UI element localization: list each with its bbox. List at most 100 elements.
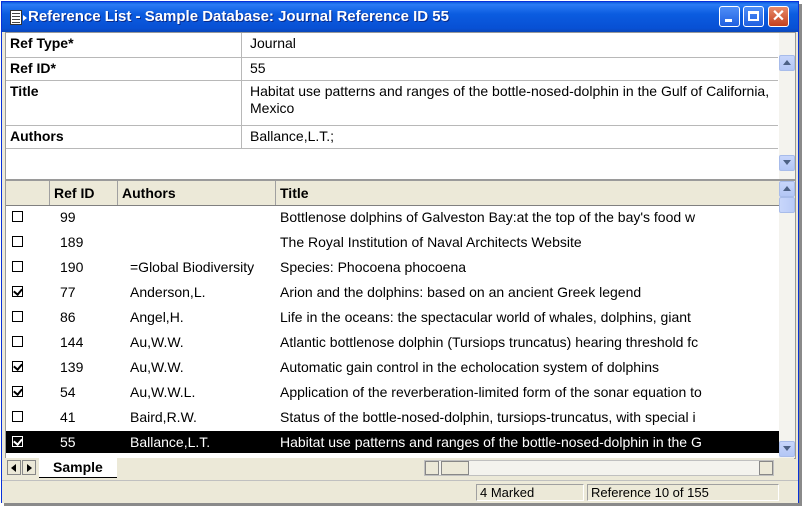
scroll-down-button[interactable] [779,155,795,171]
ref-id-cell: 144 [60,334,84,350]
table-row[interactable]: 77 Anderson,L. Arion and the dolphins: bas… [6,281,779,303]
sheet-tab-bar: Sample [5,458,794,478]
authors-cell: =Global Biodiversity [130,259,255,275]
field-label: Title [6,81,242,125]
marked-count: 4 Marked [476,484,584,501]
ref-id-value[interactable]: 55 [250,58,770,77]
field-ref-type: Ref Type* Journal [6,33,778,58]
minimize-icon [725,19,732,22]
chevron-left-icon [11,464,16,472]
title-cell: Automatic gain control in the echolocati… [280,359,659,375]
table-header: Ref ID Authors Title [6,181,779,206]
title-value[interactable]: Habitat use patterns and ranges of the b… [250,81,770,117]
mark-checkbox[interactable] [12,261,23,272]
close-button[interactable]: ✕ [768,6,789,27]
scroll-thumb[interactable] [441,461,469,475]
scroll-down-button[interactable] [779,441,795,457]
table-row[interactable]: 54 Au,W.W.L. Application of the reverberat… [6,381,779,403]
horizontal-scrollbar[interactable] [424,460,774,476]
ref-id-cell: 86 [60,309,76,325]
mark-checkbox[interactable] [12,286,23,297]
column-header-title[interactable]: Title [276,181,779,205]
mark-checkbox[interactable] [12,336,23,347]
authors-cell: Au,W.W.L. [130,384,196,400]
table-row[interactable]: 99 Bottlenose dolphins of Galveston Bay:a… [6,206,779,228]
ref-id-cell: 41 [60,409,76,425]
maximize-button[interactable] [743,6,764,27]
mark-checkbox[interactable] [12,211,23,222]
reference-list-window: Reference List - Sample Database: Journa… [1,1,799,503]
title-cell: Life in the oceans: the spectacular worl… [280,309,691,325]
table-row[interactable]: 41 Baird,R.W. Status of the bottle-nosed-d… [6,406,779,428]
column-header-authors[interactable]: Authors [118,181,276,205]
table-row[interactable]: 139 Au,W.W. Automatic gain control in the … [6,356,779,378]
authors-cell: Anderson,L. [130,284,206,300]
table-row[interactable]: 190 =Global Biodiversity Species: Phocoena… [6,256,779,278]
field-label: Authors [6,126,242,148]
detail-scrollbar[interactable] [779,33,795,179]
title-cell: Arion and the dolphins: based on an anci… [280,284,642,300]
ref-id-cell: 190 [60,259,84,275]
ref-id-cell: 139 [60,359,84,375]
mark-checkbox[interactable] [12,236,23,247]
ref-id-cell: 99 [60,209,76,225]
chevron-up-icon [783,186,791,191]
title-cell: Bottlenose dolphins of Galveston Bay:at … [280,209,696,225]
authors-cell: Au,W.W. [130,359,184,375]
column-header-ref-id[interactable]: Ref ID [50,181,118,205]
title-cell: Species: Phocoena phocoena [280,259,467,275]
next-sheet-button[interactable] [22,460,36,475]
reference-detail-panel: Ref Type* Journal Ref ID* 55 Title Habit… [5,32,796,180]
status-bar: 4 Marked Reference 10 of 155 [2,480,798,503]
chevron-up-icon [783,60,791,65]
title-cell: Habitat use patterns and ranges of the b… [280,434,702,450]
mark-checkbox[interactable] [12,411,23,422]
scroll-right-button[interactable] [759,461,773,475]
chevron-down-icon [783,446,791,451]
mark-checkbox[interactable] [12,361,23,372]
table-row[interactable]: 86 Angel,H. Life in the oceans: the specta… [6,306,779,328]
chevron-right-icon [27,464,32,472]
ref-id-cell: 55 [60,434,76,450]
field-authors: Authors Ballance,L.T.; [6,126,778,149]
scroll-up-button[interactable] [779,181,795,197]
app-icon[interactable] [10,10,27,25]
mark-checkbox[interactable] [12,311,23,322]
authors-value[interactable]: Ballance,L.T.; [250,126,770,145]
authors-cell: Baird,R.W. [130,409,197,425]
ref-id-cell: 189 [60,234,84,250]
ref-id-cell: 77 [60,284,76,300]
record-position: Reference 10 of 155 [587,484,779,501]
table-scrollbar[interactable] [779,181,795,458]
ref-type-value[interactable]: Journal [250,33,770,52]
title-cell: Status of the bottle-nosed-dolphin, turs… [280,409,696,425]
scroll-up-button[interactable] [779,55,795,71]
title-bar[interactable]: Reference List - Sample Database: Journa… [2,2,798,32]
column-header-check[interactable] [6,181,50,205]
ref-id-cell: 54 [60,384,76,400]
field-label: Ref ID* [6,58,242,80]
title-cell: Application of the reverberation-limited… [280,384,702,400]
title-cell: The Royal Institution of Naval Architect… [280,234,582,250]
mark-checkbox[interactable] [12,436,23,447]
table-row[interactable]: 144 Au,W.W. Atlantic bottlenose dolphin (T… [6,331,779,353]
table-row[interactable]: 189 The Royal Institution of Naval Archit… [6,231,779,253]
title-cell: Atlantic bottlenose dolphin (Tursiops tr… [280,334,699,350]
sheet-tab-sample[interactable]: Sample [39,458,117,478]
field-ref-id: Ref ID* 55 [6,58,778,81]
scroll-left-button[interactable] [425,461,439,475]
prev-sheet-button[interactable] [7,460,21,475]
minimize-button[interactable] [719,6,740,27]
authors-cell: Angel,H. [130,309,184,325]
authors-cell: Au,W.W. [130,334,184,350]
window-title: Reference List - Sample Database: Journa… [28,8,449,25]
table-row[interactable]: 55 Ballance,L.T. Habitat use patterns and … [6,431,779,453]
chevron-down-icon [783,160,791,165]
authors-cell: Ballance,L.T. [130,434,211,450]
scroll-thumb[interactable] [779,197,795,213]
mark-checkbox[interactable] [12,386,23,397]
close-icon: ✕ [771,8,786,25]
maximize-icon [748,11,759,21]
field-title: Title Habitat use patterns and ranges of… [6,81,778,126]
field-label: Ref Type* [6,33,242,57]
